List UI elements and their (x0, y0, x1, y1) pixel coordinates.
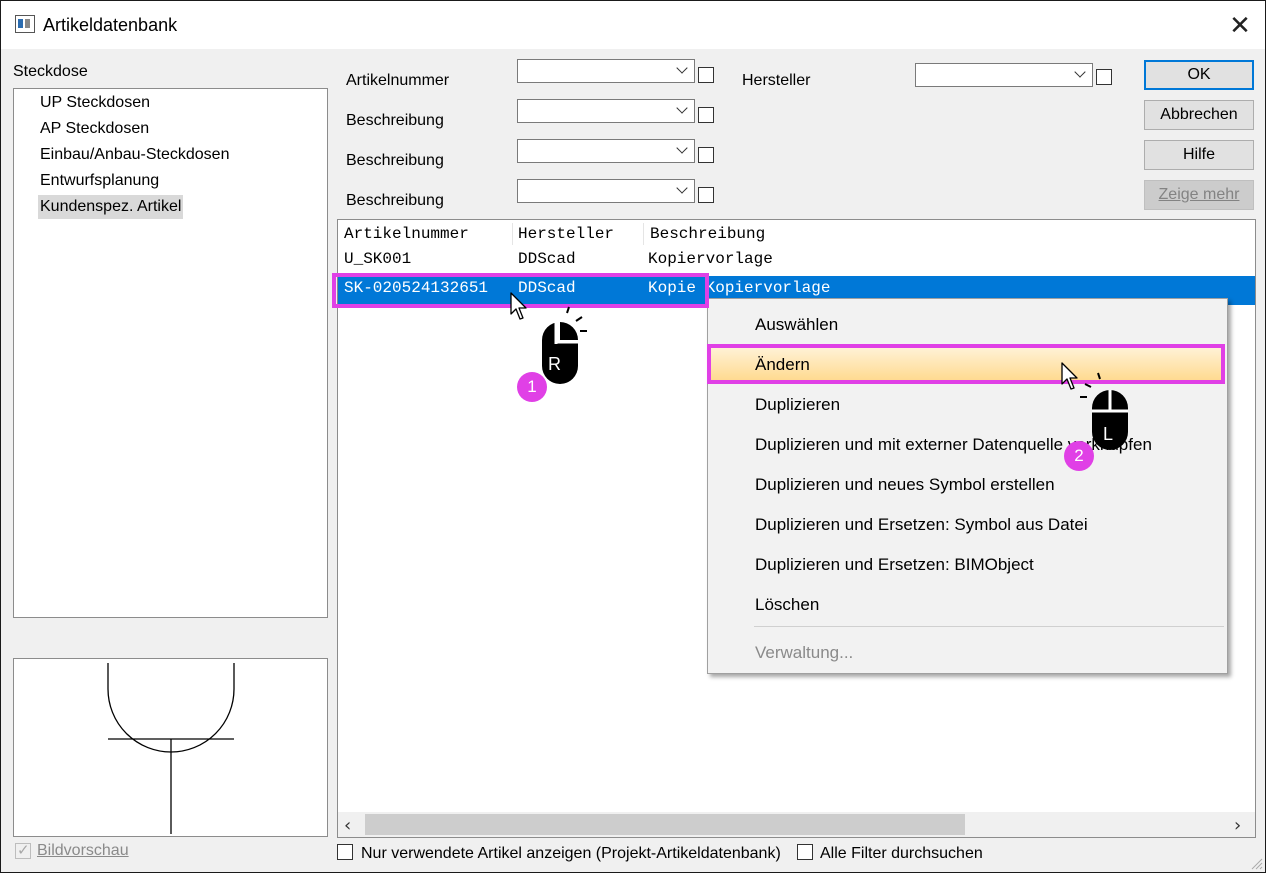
mouse-pointer-icon (510, 292, 527, 320)
step-badge-2: 2 (1064, 441, 1094, 471)
mouse-pointer-icon (1061, 362, 1078, 390)
step-badge-1: 1 (517, 372, 547, 402)
mouse-button-letter-l: L (1103, 424, 1114, 444)
artikeldatenbank-dialog: Artikeldatenbank ✕ Steckdose UP Steckdos… (0, 0, 1266, 873)
annotation-overlay (510, 292, 1128, 450)
mouse-button-letter-r: R (548, 354, 561, 374)
